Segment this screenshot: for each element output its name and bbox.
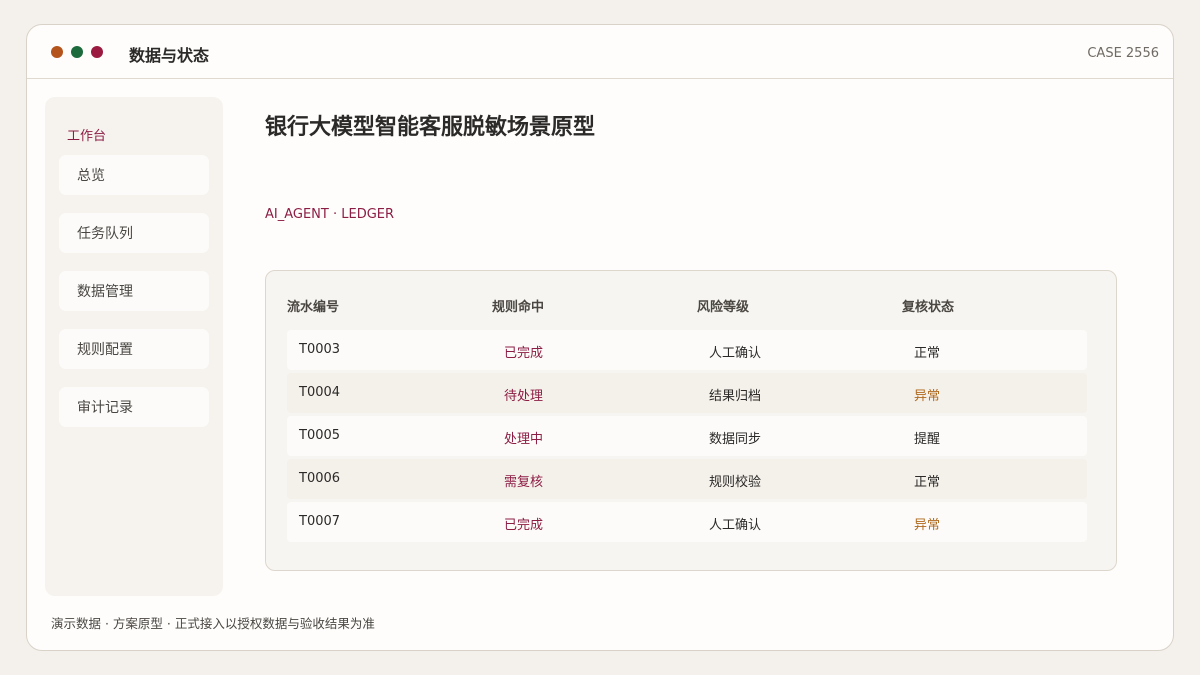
column-header-status[interactable]: 复核状态 [902,296,954,315]
cell-status: 异常 [914,518,941,533]
column-header-id[interactable]: 流水编号 [287,296,339,315]
page-title: 银行大模型智能客服脱敏场景原型 [265,115,596,140]
cell-id: T0004 [299,385,341,400]
cell-id: T0005 [299,428,341,443]
sidebar: 工作台 总览 任务队列 数据管理 规则配置 审计记录 [45,97,223,596]
table-row[interactable]: T0003 已完成 人工确认 正常 [287,330,1087,370]
app-title: 数据与状态 [129,46,210,65]
cell-risk: 人工确认 [709,346,762,361]
sidebar-item-data-management[interactable]: 数据管理 [59,271,209,311]
cell-rule: 已完成 [504,346,544,361]
sidebar-item-overview[interactable]: 总览 [59,155,209,195]
page-subtitle: AI_AGENT · LEDGER [265,207,395,222]
data-table: 流水编号 规则命中 风险等级 复核状态 T0003 已完成 人工确认 正常 T0… [265,270,1117,571]
cell-status: 提醒 [914,432,941,447]
cell-rule: 处理中 [504,432,544,447]
sidebar-item-label: 规则配置 [77,342,133,358]
sidebar-item-label: 总览 [77,168,105,184]
table-row[interactable]: T0006 需复核 规则校验 正常 [287,459,1087,499]
cell-id: T0006 [299,471,341,486]
cell-status: 正常 [914,346,941,361]
cell-risk: 规则校验 [709,475,762,490]
column-header-rule[interactable]: 规则命中 [492,296,544,315]
app-window: 数据与状态 CASE 2556 工作台 总览 任务队列 数据管理 规则配置 审计… [26,24,1174,651]
window-controls [51,46,103,58]
maximize-dot-icon[interactable] [91,46,103,58]
sidebar-heading: 工作台 [67,129,107,144]
cell-risk: 数据同步 [709,432,762,447]
close-dot-icon[interactable] [51,46,63,58]
sidebar-item-rule-config[interactable]: 规则配置 [59,329,209,369]
footer-note: 演示数据 · 方案原型 · 正式接入以授权数据与验收结果为准 [51,616,375,631]
sidebar-item-task-queue[interactable]: 任务队列 [59,213,209,253]
sidebar-item-label: 数据管理 [77,284,133,300]
sidebar-item-audit-log[interactable]: 审计记录 [59,387,209,427]
cell-risk: 人工确认 [709,518,762,533]
cell-status: 正常 [914,475,941,490]
sidebar-item-label: 任务队列 [77,226,133,242]
title-bar: 数据与状态 CASE 2556 [27,25,1173,79]
table-row[interactable]: T0005 处理中 数据同步 提醒 [287,416,1087,456]
cell-rule: 待处理 [504,389,544,404]
table-row[interactable]: T0007 已完成 人工确认 异常 [287,502,1087,542]
column-header-risk[interactable]: 风险等级 [697,296,749,315]
cell-rule: 已完成 [504,518,544,533]
minimize-dot-icon[interactable] [71,46,83,58]
cell-status: 异常 [914,389,941,404]
sidebar-item-label: 审计记录 [77,400,133,416]
cell-rule: 需复核 [504,475,544,490]
table-row[interactable]: T0004 待处理 结果归档 异常 [287,373,1087,413]
case-id: CASE 2556 [1087,46,1159,61]
cell-id: T0007 [299,514,341,529]
cell-id: T0003 [299,342,341,357]
cell-risk: 结果归档 [709,389,762,404]
